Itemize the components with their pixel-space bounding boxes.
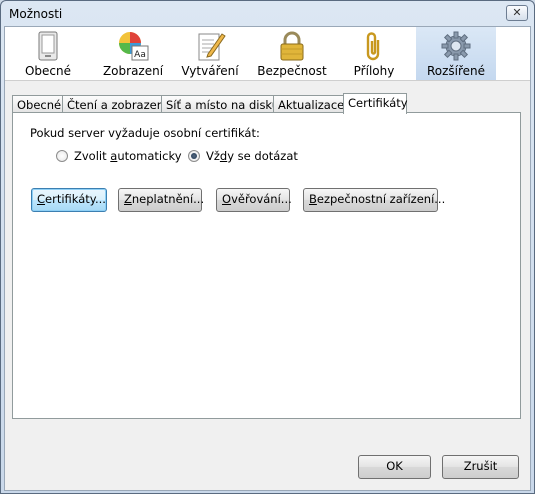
tab-certificates[interactable]: Certifikáty bbox=[343, 93, 408, 114]
title-bar: Možnosti ✕ bbox=[1, 1, 534, 27]
pane-advanced[interactable]: Rozšířené bbox=[416, 27, 496, 80]
preference-pane-toolbar: Obecné Aa Zobrazení Vytváření Bezpečnost… bbox=[5, 27, 530, 81]
radio-select-automatically[interactable]: Zvolit automaticky bbox=[56, 149, 182, 163]
radio-always-ask[interactable]: Vždy se dotázat bbox=[188, 149, 298, 163]
tab-general[interactable]: Obecné bbox=[12, 95, 63, 113]
window-title: Možnosti bbox=[9, 7, 63, 21]
close-icon: ✕ bbox=[512, 6, 522, 19]
pane-compose[interactable]: Vytváření bbox=[174, 27, 246, 80]
radio-label: Vždy se dotázat bbox=[206, 149, 298, 163]
pane-general[interactable]: Obecné bbox=[8, 27, 88, 80]
pane-label: Zobrazení bbox=[102, 64, 164, 78]
svg-text:Aa: Aa bbox=[134, 50, 146, 60]
pane-label: Obecné bbox=[24, 64, 72, 78]
close-button[interactable]: ✕ bbox=[506, 5, 528, 21]
lock-icon bbox=[280, 31, 304, 61]
pane-label: Přílohy bbox=[353, 64, 395, 78]
pane-label: Vytváření bbox=[181, 64, 239, 78]
revocation-lists-button[interactable]: Zneplatnění... bbox=[118, 188, 204, 212]
radio-button[interactable] bbox=[56, 150, 68, 162]
cancel-button[interactable]: Zrušit bbox=[442, 455, 519, 479]
radio-label: Zvolit automaticky bbox=[74, 149, 182, 163]
dialog-client: Obecné Aa Zobrazení Vytváření Bezpečnost… bbox=[4, 26, 531, 491]
options-dialog: Možnosti ✕ Obecné Aa Zobrazení Vytváření… bbox=[0, 0, 535, 494]
tab-network-disk[interactable]: Síť a místo na disku bbox=[161, 95, 279, 113]
tab-updates[interactable]: Aktualizace bbox=[273, 95, 344, 113]
tab-reading-display[interactable]: Čtení a zobrazení bbox=[62, 95, 167, 113]
pane-label: Bezpečnost bbox=[257, 64, 327, 78]
certificates-panel: Pokud server vyžaduje osobní certifikát:… bbox=[12, 112, 521, 419]
gear-icon bbox=[441, 31, 471, 61]
paperclip-icon bbox=[366, 32, 380, 61]
certificate-question-label: Pokud server vyžaduje osobní certifikát: bbox=[30, 126, 260, 140]
pane-security[interactable]: Bezpečnost bbox=[256, 27, 328, 80]
display-icon: Aa bbox=[119, 32, 149, 61]
general-icon bbox=[38, 31, 58, 61]
pane-label: Rozšířené bbox=[426, 64, 486, 78]
compose-icon bbox=[198, 33, 226, 61]
radio-button-checked[interactable] bbox=[188, 150, 200, 162]
certificates-button[interactable]: Certifikáty... bbox=[31, 188, 107, 212]
pane-attachments[interactable]: Přílohy bbox=[338, 27, 410, 80]
pane-display[interactable]: Aa Zobrazení bbox=[93, 27, 173, 80]
ok-button[interactable]: OK bbox=[358, 455, 431, 479]
security-devices-button[interactable]: Bezpečnostní zařízení... bbox=[303, 188, 445, 212]
validation-button[interactable]: Ověřování... bbox=[216, 188, 292, 212]
